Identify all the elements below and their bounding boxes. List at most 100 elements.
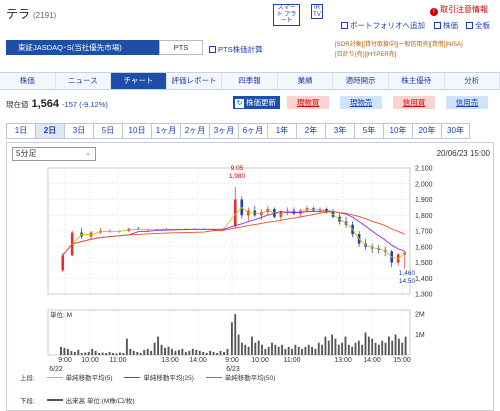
volume-bar: [167, 346, 170, 355]
volume-bar: [209, 350, 212, 355]
volume-bar: [164, 347, 166, 355]
volume-bar: [294, 344, 297, 355]
volume-bar: [91, 348, 94, 355]
legend-ma25: 単純移動平均(25): [143, 375, 194, 382]
volume-bar: [377, 344, 380, 355]
price-tick-label: 1,800: [415, 213, 433, 220]
time-tick-label: 14:00: [189, 357, 207, 364]
volume-bar: [171, 348, 173, 355]
volume-bar: [361, 344, 364, 355]
price-tick-label: 1,300: [415, 292, 433, 299]
volume-bar: [391, 340, 394, 355]
volume-bar: [287, 346, 290, 355]
volume-bar: [304, 346, 307, 355]
volume-bar: [98, 352, 101, 355]
volume-bar: [101, 352, 104, 355]
low-time-label: 14:50: [399, 278, 416, 285]
price-tick-label: 1,700: [415, 229, 433, 236]
volume-bar: [301, 348, 303, 355]
volume-bar: [317, 342, 320, 355]
volume-unit-label: 単位: M: [50, 310, 72, 319]
volume-bar: [150, 350, 153, 355]
price-tick-label: 1,600: [415, 244, 433, 251]
volume-bar: [177, 349, 180, 355]
volume-bar: [174, 350, 177, 355]
candle-body: [61, 255, 65, 271]
low-price-label: 1,460: [399, 270, 416, 277]
volume-bar: [384, 342, 387, 355]
volume-bar: [181, 348, 184, 355]
volume-bar: [371, 338, 374, 355]
volume-bar: [274, 344, 277, 355]
volume-bar: [264, 348, 267, 355]
volume-bar: [112, 352, 114, 355]
volume-tick-label: 1M: [415, 332, 425, 339]
volume-bar: [297, 346, 300, 355]
volume-bar: [153, 342, 156, 355]
volume-swatch: [46, 399, 63, 401]
volume-bar: [118, 352, 121, 355]
volume-bar: [381, 340, 384, 355]
volume-bar: [94, 350, 97, 355]
volume-bar: [397, 338, 400, 355]
volume-bar: [66, 348, 69, 355]
volume-bar: [129, 348, 132, 355]
volume-bar: [357, 340, 360, 355]
volume-bar: [198, 350, 201, 355]
time-tick-label: 13:00: [334, 357, 352, 364]
volume-bar: [212, 351, 215, 355]
time-tick-label: 15:00: [393, 357, 411, 364]
volume-bar: [77, 349, 80, 355]
volume-bar: [324, 336, 327, 355]
volume-bar: [337, 344, 340, 355]
price-tick-label: 2,000: [415, 181, 433, 188]
volume-bar: [219, 350, 222, 355]
ma5-swatch: [46, 377, 63, 378]
volume-bar: [125, 338, 128, 355]
volume-bar: [347, 344, 350, 355]
volume-bar: [387, 336, 390, 355]
volume-bar: [311, 346, 313, 355]
volume-bar: [271, 342, 273, 355]
volume-bar: [314, 348, 317, 355]
legend-ma5: 単純移動平均(5): [65, 375, 113, 382]
volume-bar: [87, 351, 90, 355]
volume-bar: [191, 348, 194, 355]
volume-bar: [247, 346, 250, 355]
time-tick-label: 13:00: [161, 357, 179, 364]
time-tick-label: 11:00: [110, 357, 127, 364]
price-tick-label: 2,100: [415, 166, 433, 173]
volume-bar: [160, 344, 163, 355]
volume-bar: [257, 340, 260, 355]
volume-bar: [237, 334, 240, 355]
volume-bar: [115, 353, 118, 355]
volume-bar: [281, 344, 283, 355]
volume-bar: [108, 351, 111, 355]
volume-bar: [291, 348, 293, 355]
volume-bar: [354, 342, 357, 355]
volume-tick-label: 2M: [415, 312, 425, 319]
ma50-swatch: [205, 377, 222, 378]
volume-bar: [394, 334, 397, 355]
legend-upper: 上段: 単純移動平均(5) 単純移動平均(25) 単純移動平均(50): [20, 375, 276, 382]
volume-bar: [157, 336, 160, 355]
volume-bar: [188, 350, 191, 355]
volume-bar: [254, 342, 257, 355]
volume-bar: [267, 346, 270, 355]
price-tick-label: 1,400: [415, 276, 433, 283]
volume-bar: [226, 348, 229, 355]
legend-ma50: 単純移動平均(50): [224, 375, 276, 382]
volume-bar: [341, 342, 344, 355]
time-tick-label: 14:00: [363, 357, 381, 364]
volume-bar: [241, 342, 243, 355]
volume-bar: [307, 344, 310, 355]
volume-bar: [70, 350, 73, 355]
volume-bar: [80, 352, 83, 355]
volume-bar: [231, 322, 233, 355]
volume-bar: [344, 336, 347, 355]
volume-bar: [202, 351, 205, 355]
volume-bar: [351, 346, 354, 355]
volume-bar: [195, 349, 198, 355]
volume-bar: [367, 336, 370, 355]
volume-bar: [122, 352, 125, 355]
